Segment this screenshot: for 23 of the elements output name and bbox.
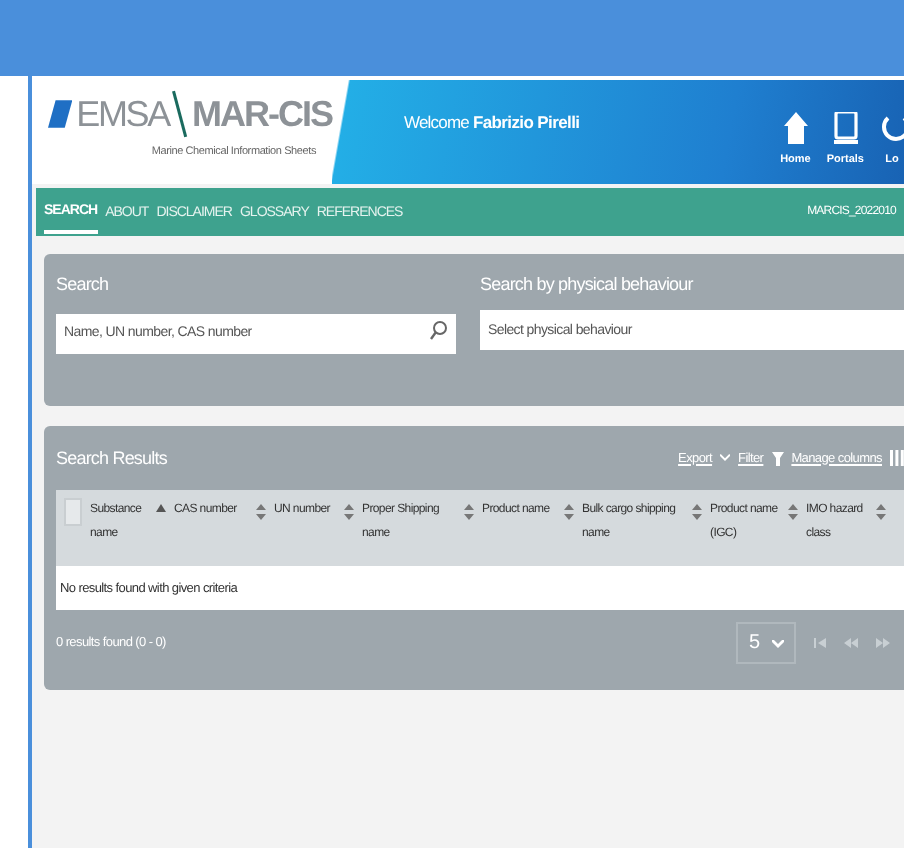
sort-icon[interactable] — [256, 504, 266, 520]
filter-icon — [771, 451, 784, 465]
welcome-text: Welcome Fabrizio Pirelli — [404, 112, 580, 132]
sort-ascending-icon[interactable] — [156, 504, 166, 512]
search-icon — [430, 320, 448, 340]
sort-icon[interactable] — [876, 504, 886, 520]
results-title: Search Results — [56, 448, 167, 468]
select-all-checkbox[interactable] — [64, 498, 82, 526]
chevron-icon — [720, 454, 731, 462]
tablet-icon — [833, 111, 858, 143]
sort-icon[interactable] — [464, 504, 474, 520]
sort-icon[interactable] — [564, 504, 574, 520]
logo-text: MAR-CIS — [192, 93, 332, 135]
home-icon — [783, 111, 808, 143]
sort-icon[interactable] — [344, 504, 354, 520]
logo-text: EMSA — [76, 93, 169, 135]
sort-icon[interactable] — [692, 504, 702, 520]
flag-icon — [48, 96, 73, 132]
sort-icon[interactable] — [788, 504, 798, 520]
chevron-icon — [772, 639, 784, 647]
search-label: Search — [56, 274, 111, 294]
behaviour-label: Search by physical behaviour — [480, 274, 695, 294]
columns-icon — [890, 450, 904, 466]
